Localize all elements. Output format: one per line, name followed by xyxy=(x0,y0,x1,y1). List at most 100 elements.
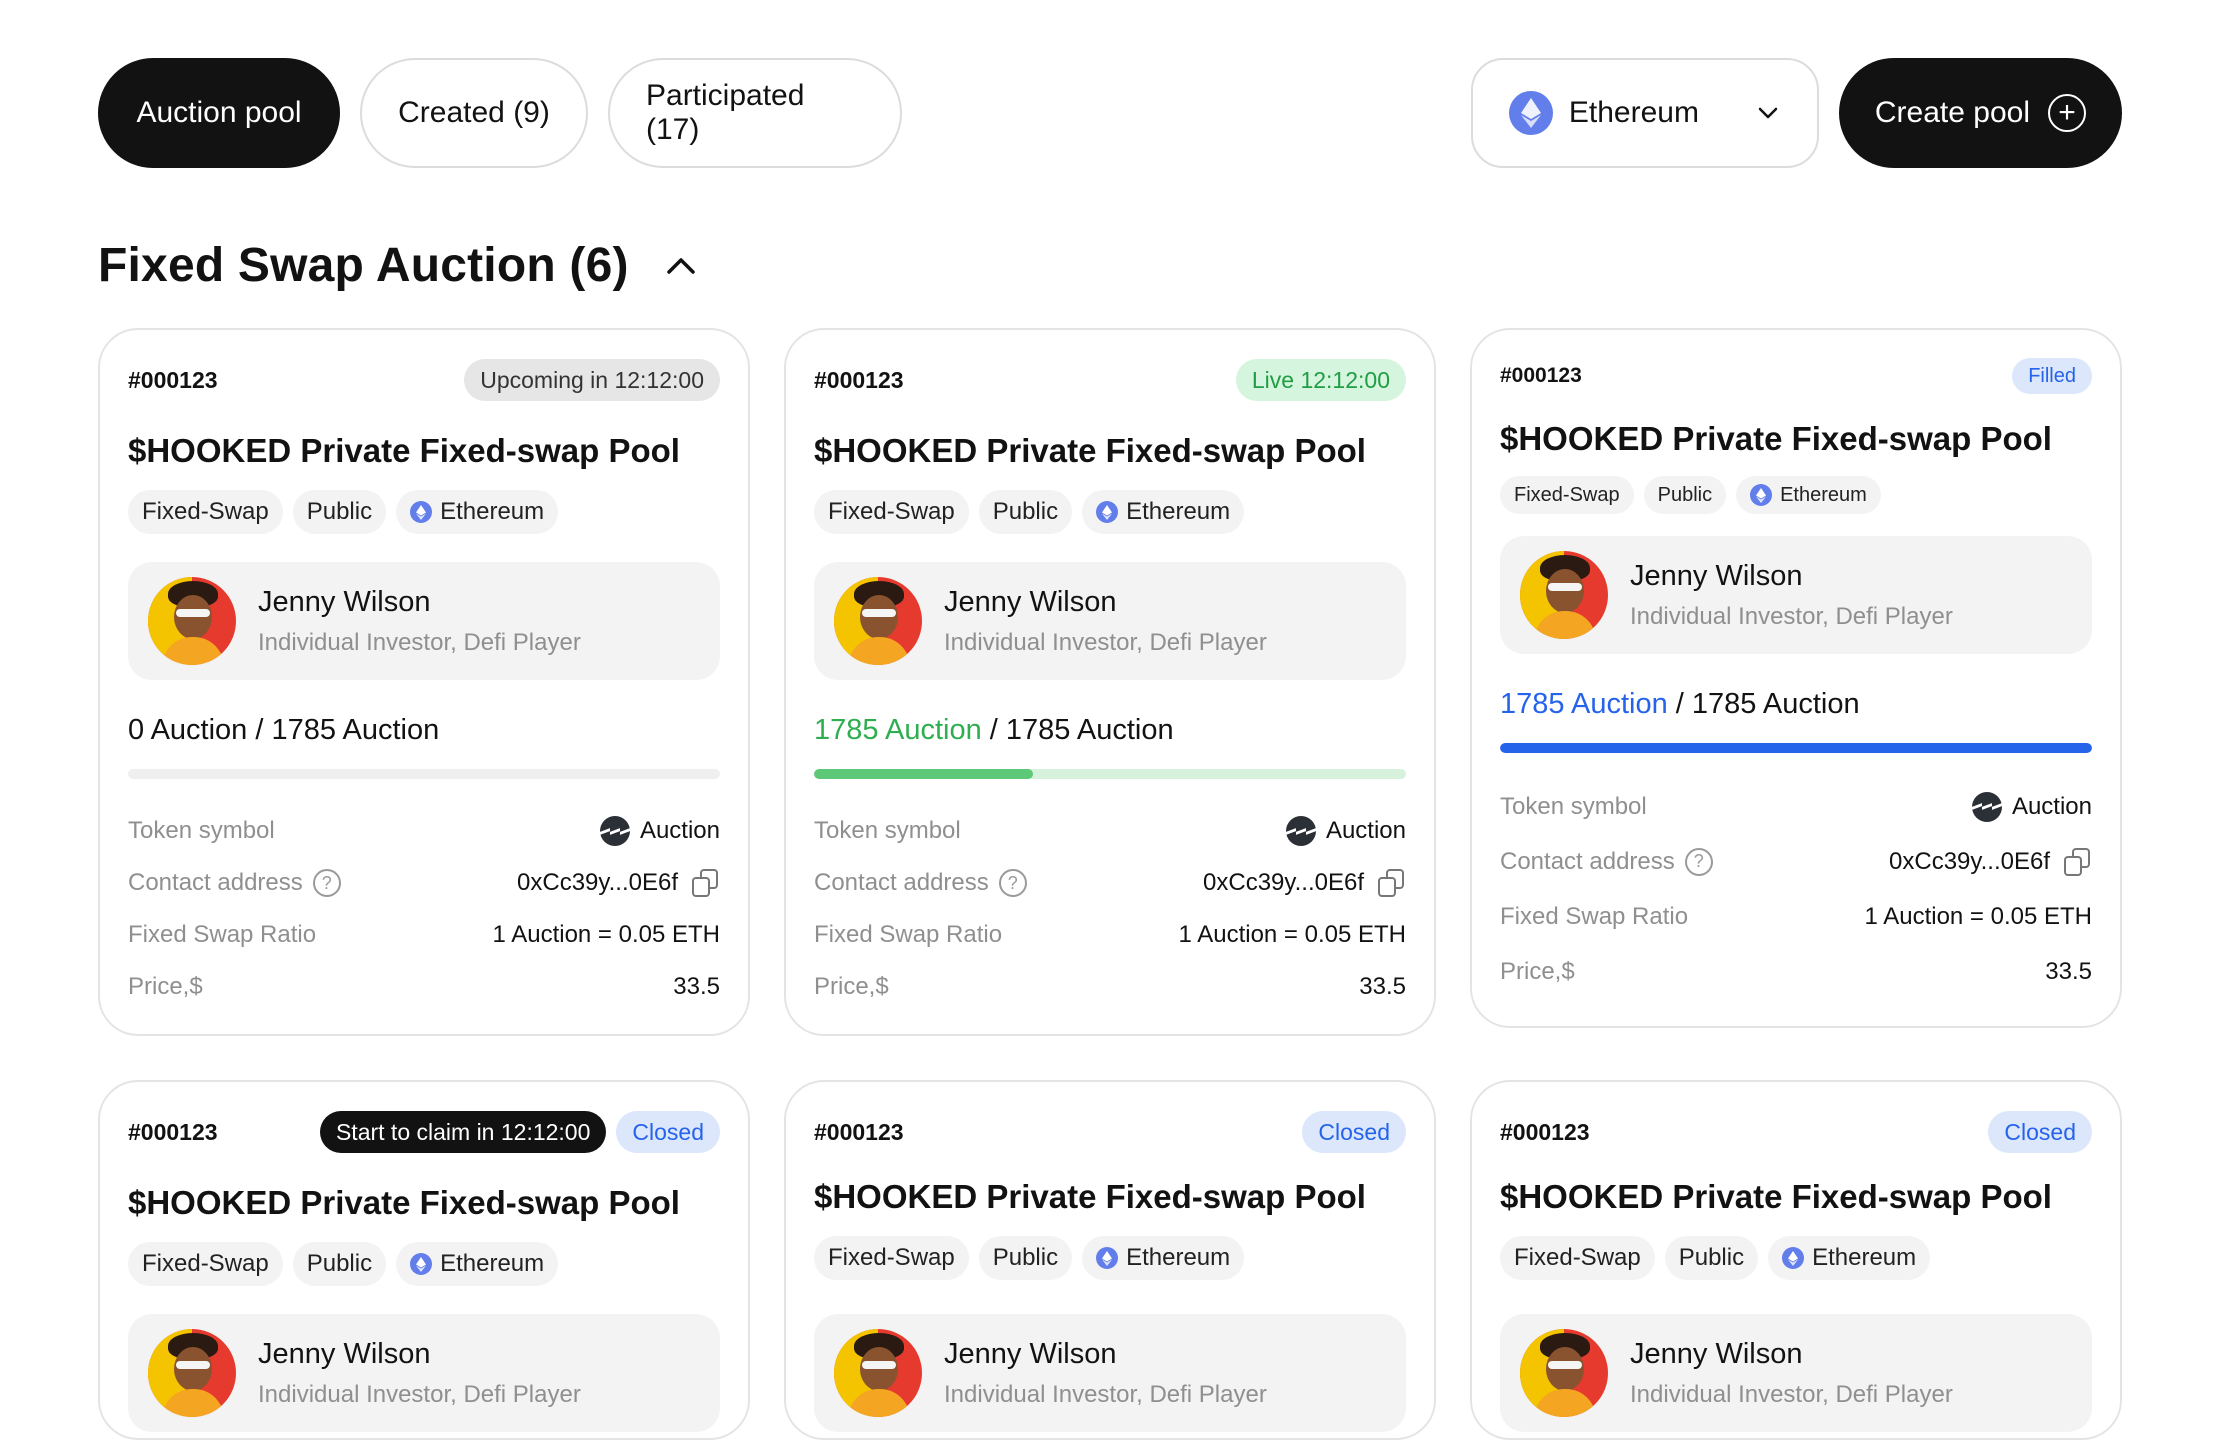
tag-list: Fixed-Swap Public Ethereum xyxy=(128,490,720,534)
progress-sold: 0 Auction xyxy=(128,714,248,746)
status-badge: Closed xyxy=(1302,1111,1406,1153)
creator-role: Individual Investor, Defi Player xyxy=(944,628,1267,656)
creator-profile[interactable]: Jenny Wilson Individual Investor, Defi P… xyxy=(814,1314,1406,1432)
copy-icon[interactable] xyxy=(1378,869,1406,897)
copy-icon[interactable] xyxy=(2064,847,2092,876)
chevron-down-icon xyxy=(1758,107,1778,119)
price-value: 33.5 xyxy=(673,973,720,1000)
creator-role: Individual Investor, Defi Player xyxy=(258,1380,581,1408)
price-value: 33.5 xyxy=(1359,973,1406,1000)
pool-card[interactable]: #000123 Filled $HOOKED Private Fixed-swa… xyxy=(1470,328,2122,1028)
create-pool-button[interactable]: Create pool + xyxy=(1838,58,2122,168)
tag-public: Public xyxy=(1664,1236,1759,1280)
status-badge: Live 12:12:00 xyxy=(1235,359,1406,401)
pool-card[interactable]: #000123 Start to claim in 12:12:00 Close… xyxy=(98,1080,750,1440)
avatar xyxy=(1520,551,1608,639)
creator-profile[interactable]: Jenny Wilson Individual Investor, Defi P… xyxy=(814,562,1406,680)
ratio-label: Fixed Swap Ratio xyxy=(814,921,1003,948)
tab-auction-pool[interactable]: Auction pool xyxy=(98,58,340,168)
ethereum-icon xyxy=(1750,484,1773,506)
tab-participated[interactable]: Participated (17) xyxy=(608,58,902,168)
chain-select[interactable]: Ethereum xyxy=(1470,58,1819,168)
ethereum-icon xyxy=(1508,91,1553,135)
tag-ethereum: Ethereum xyxy=(1736,476,1881,514)
creator-role: Individual Investor, Defi Player xyxy=(1630,602,1953,630)
price-label: Price,$ xyxy=(1500,957,1575,985)
creator-name: Jenny Wilson xyxy=(1630,1337,1803,1370)
pool-title: $HOOKED Private Fixed-swap Pool xyxy=(814,1178,1366,1215)
ethereum-icon xyxy=(1096,501,1119,523)
tag-ethereum: Ethereum xyxy=(1082,1236,1245,1280)
tag-label: Ethereum xyxy=(440,1250,545,1277)
pool-id: #000123 xyxy=(814,1118,904,1145)
pool-card[interactable]: #000123 Upcoming in 12:12:00 $HOOKED Pri… xyxy=(98,328,750,1036)
pool-title: $HOOKED Private Fixed-swap Pool xyxy=(1500,420,2052,457)
pool-card[interactable]: #000123 Closed $HOOKED Private Fixed-swa… xyxy=(1470,1080,2122,1440)
contact-address-label: Contact address xyxy=(814,869,989,896)
creator-role: Individual Investor, Defi Player xyxy=(258,628,581,656)
tag-public: Public xyxy=(292,490,387,534)
creator-role: Individual Investor, Defi Player xyxy=(1630,1380,1953,1408)
auction-pool-page: Auction pool Created (9) Participated (1… xyxy=(0,0,2220,1440)
ratio-value: 1 Auction = 0.05 ETH xyxy=(1178,921,1406,948)
avatar xyxy=(834,1329,922,1417)
pool-id: #000123 xyxy=(814,366,904,393)
pool-title: $HOOKED Private Fixed-swap Pool xyxy=(128,1184,680,1221)
token-symbol-value: Auction xyxy=(1325,817,1406,844)
tag-list: Fixed-Swap Public Ethereum xyxy=(128,1242,720,1286)
tag-ethereum: Ethereum xyxy=(396,490,559,534)
token-icon xyxy=(1971,791,2002,822)
avatar xyxy=(834,577,922,665)
tag-fixed-swap: Fixed-Swap xyxy=(814,490,969,534)
token-symbol-value: Auction xyxy=(2011,792,2092,820)
tag-fixed-swap: Fixed-Swap xyxy=(1500,476,1634,514)
creator-profile[interactable]: Jenny Wilson Individual Investor, Defi P… xyxy=(128,562,720,680)
creator-name: Jenny Wilson xyxy=(944,585,1117,618)
pool-details: Token symbol Auction Contact address? 0xCc… xyxy=(128,805,720,1013)
contact-address-value: 0xCc39y...0E6f xyxy=(1203,869,1364,896)
create-pool-label: Create pool xyxy=(1874,96,2030,129)
creator-profile[interactable]: Jenny Wilson Individual Investor, Defi P… xyxy=(1500,536,2092,654)
plus-circle-icon: + xyxy=(2048,94,2086,132)
pool-title: $HOOKED Private Fixed-swap Pool xyxy=(128,432,680,469)
pool-id: #000123 xyxy=(1500,364,1582,387)
creator-profile[interactable]: Jenny Wilson Individual Investor, Defi P… xyxy=(128,1314,720,1432)
tab-created[interactable]: Created (9) xyxy=(360,58,588,168)
token-icon xyxy=(599,816,630,846)
price-label: Price,$ xyxy=(128,973,203,1000)
tag-list: Fixed-Swap Public Ethereum xyxy=(814,1236,1406,1280)
tag-ethereum: Ethereum xyxy=(1768,1236,1931,1280)
tag-list: Fixed-Swap Public Ethereum xyxy=(1500,1236,2092,1280)
help-icon[interactable]: ? xyxy=(312,869,341,897)
section-title: Fixed Swap Auction (6) xyxy=(98,239,629,292)
pool-title: $HOOKED Private Fixed-swap Pool xyxy=(814,432,1366,469)
chevron-up-icon[interactable] xyxy=(663,248,699,284)
progress-fill xyxy=(814,769,1034,779)
price-value: 33.5 xyxy=(2045,957,2092,985)
top-bar: Auction pool Created (9) Participated (1… xyxy=(98,58,2122,168)
progress-total: / 1785 Auction xyxy=(1667,688,1860,720)
pool-title: $HOOKED Private Fixed-swap Pool xyxy=(1500,1178,2052,1215)
tag-label: Ethereum xyxy=(1126,1244,1231,1271)
contact-address-label: Contact address xyxy=(128,869,303,896)
pool-details: Token symbol Auction Contact address? 0xCc… xyxy=(1500,779,2092,999)
token-symbol-label: Token symbol xyxy=(128,817,275,844)
creator-name: Jenny Wilson xyxy=(258,1337,431,1370)
pool-card[interactable]: #000123 Closed $HOOKED Private Fixed-swa… xyxy=(784,1080,1436,1440)
progress-total: / 1785 Auction xyxy=(247,714,440,746)
help-icon[interactable]: ? xyxy=(1684,847,1713,876)
tag-fixed-swap: Fixed-Swap xyxy=(814,1236,969,1280)
tag-fixed-swap: Fixed-Swap xyxy=(128,490,283,534)
tag-fixed-swap: Fixed-Swap xyxy=(128,1242,283,1286)
help-icon[interactable]: ? xyxy=(998,869,1027,897)
progress-text: 0 Auction / 1785 Auction xyxy=(128,714,720,747)
pool-card[interactable]: #000123 Live 12:12:00 $HOOKED Private Fi… xyxy=(784,328,1436,1036)
avatar xyxy=(148,1329,236,1417)
ethereum-icon xyxy=(410,501,433,523)
price-label: Price,$ xyxy=(814,973,889,1000)
claim-countdown-badge: Start to claim in 12:12:00 xyxy=(319,1111,607,1153)
ratio-label: Fixed Swap Ratio xyxy=(128,921,317,948)
progress-sold: 1785 Auction xyxy=(814,714,982,746)
creator-profile[interactable]: Jenny Wilson Individual Investor, Defi P… xyxy=(1500,1314,2092,1432)
copy-icon[interactable] xyxy=(692,869,720,897)
